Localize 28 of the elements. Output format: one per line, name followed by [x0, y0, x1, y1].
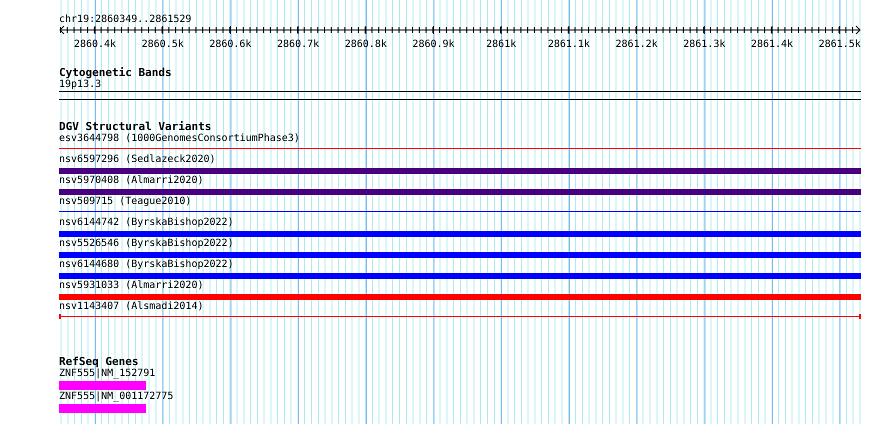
gene-label: ZNF555|NM_152791: [59, 368, 156, 380]
variant-label: nsv5526546 (ByrskaBishop2022): [59, 238, 235, 250]
variant-label: nsv509715 (Teague2010): [59, 196, 192, 208]
ruler-label: 2861k: [486, 39, 516, 50]
track-title: DGV Structural Variants: [59, 121, 212, 133]
ruler-label: 2860.7k: [277, 39, 320, 50]
variant-label: nsv6597296 (Sedlazeck2020): [59, 154, 217, 166]
ruler-label: 2861.4k: [750, 39, 794, 50]
ruler-label: 2860.4k: [74, 39, 116, 50]
variant-label: nsv1143407 (Alsmadi2014): [59, 301, 204, 313]
variant-label: nsv6144742 (ByrskaBishop2022): [59, 217, 235, 229]
ruler-label: 2861.1k: [548, 39, 590, 50]
ruler-label: 2861.2k: [616, 39, 658, 50]
ruler-label: 2860.6k: [209, 39, 252, 50]
track-title: RefSeq Genes: [59, 356, 140, 368]
track-title: Cytogenetic Bands: [59, 67, 173, 79]
location-label: chr19:2860349..2861529: [59, 14, 192, 26]
variant-label: nsv6144680 (ByrskaBishop2022): [59, 259, 235, 271]
ruler-label: 2860.5k: [142, 39, 184, 50]
ruler-label: 2860.9k: [412, 39, 455, 50]
variant-label: nsv5970408 (Almarri2020): [59, 175, 204, 187]
ruler-label: 2861.5k: [818, 39, 861, 50]
ruler-label: 2861.3k: [683, 39, 726, 50]
ruler-label: 2860.8k: [344, 39, 387, 50]
variant-label: esv3644798 (1000GenomesConsortiumPhase3): [59, 133, 301, 145]
variant-label: nsv5931033 (Almarri2020): [59, 280, 204, 292]
gene-label: ZNF555|NM_001172775: [59, 391, 174, 403]
band-label: 19p13.3: [59, 79, 102, 91]
